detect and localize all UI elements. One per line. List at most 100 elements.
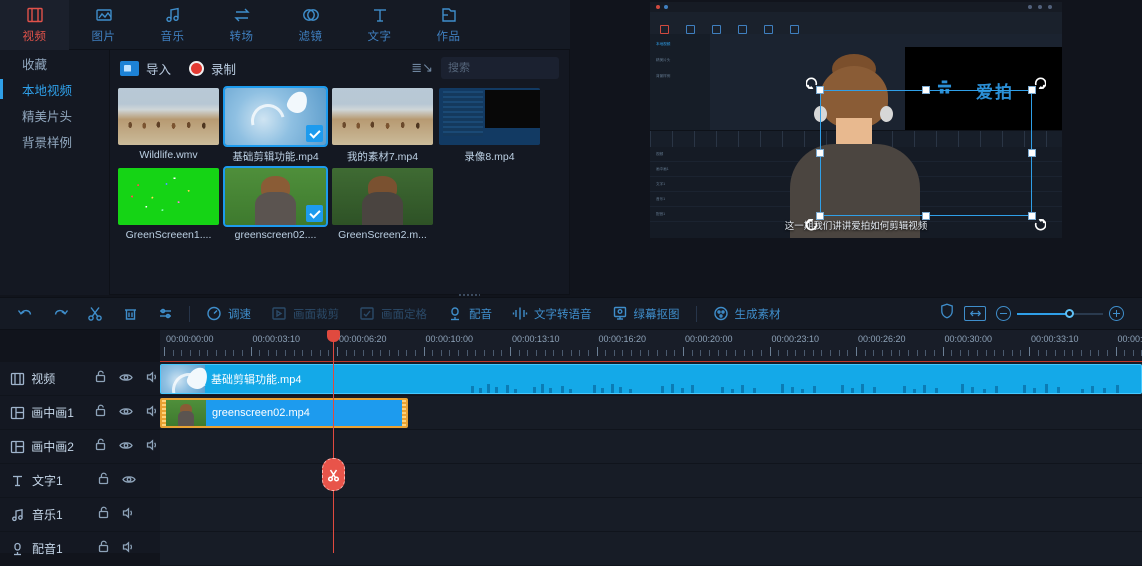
- timeline-ruler[interactable]: 00:00:00:0000:00:03:1000:00:06:2000:00:1…: [160, 330, 1142, 362]
- resize-handle-bc[interactable]: [922, 212, 930, 220]
- track-lane-music1[interactable]: [160, 498, 1142, 532]
- zoom-rail[interactable]: [1017, 313, 1103, 315]
- media-thumbnail[interactable]: [225, 168, 326, 225]
- rotate-handle-tl[interactable]: [806, 76, 818, 88]
- track-lane-text1[interactable]: [160, 464, 1142, 498]
- media-item[interactable]: 基础剪辑功能.mp4: [225, 88, 326, 164]
- sidebar-item-intro-templates[interactable]: 精美片头: [0, 102, 109, 128]
- lock-icon[interactable]: [98, 540, 109, 558]
- clip-handle-right[interactable]: [402, 400, 406, 426]
- media-thumbnail[interactable]: [332, 168, 433, 225]
- tab-music[interactable]: 音乐: [138, 0, 207, 50]
- tab-image[interactable]: 图片: [69, 0, 138, 50]
- zoom-in-icon[interactable]: [1109, 306, 1124, 321]
- rotate-handle-bl[interactable]: [806, 218, 818, 230]
- track-lane-pip2[interactable]: [160, 430, 1142, 464]
- lock-icon[interactable]: [98, 472, 109, 490]
- split-clip-button[interactable]: [322, 458, 345, 491]
- generate-asset-button[interactable]: 生成素材: [703, 297, 791, 330]
- timeline-clip[interactable]: greenscreen02.mp4: [160, 398, 408, 428]
- sidebar-item-local-video[interactable]: 本地视频: [0, 76, 109, 102]
- green-screen-button[interactable]: 绿幕抠图: [602, 297, 690, 330]
- track-header-music1[interactable]: 音乐1: [0, 498, 160, 532]
- undo-icon[interactable]: [8, 297, 43, 330]
- playhead-grip[interactable]: [327, 330, 340, 342]
- volume-icon[interactable]: [146, 404, 160, 422]
- media-item[interactable]: GreenScreen2.m...: [332, 168, 433, 241]
- resize-handle-ml[interactable]: [816, 149, 824, 157]
- zoom-out-icon[interactable]: [996, 306, 1011, 321]
- search-input[interactable]: [448, 62, 590, 74]
- media-item[interactable]: GreenScreeen1....: [118, 168, 219, 241]
- lock-icon[interactable]: [95, 370, 106, 388]
- volume-icon[interactable]: [122, 540, 136, 558]
- ruler-label: 00:00:33:10: [1031, 334, 1079, 344]
- sidebar-item-favorites[interactable]: 收藏: [0, 50, 109, 76]
- lock-icon[interactable]: [98, 506, 109, 524]
- track-header-dub1[interactable]: 配音1: [0, 532, 160, 566]
- adjust-sliders-icon[interactable]: [148, 297, 183, 330]
- media-item[interactable]: 录像8.mp4: [439, 88, 540, 164]
- resize-handle-tc[interactable]: [922, 86, 930, 94]
- redo-icon[interactable]: [43, 297, 78, 330]
- zoom-knob[interactable]: [1065, 309, 1074, 318]
- rotate-handle-tr[interactable]: [1034, 76, 1046, 88]
- media-thumbnail[interactable]: [332, 88, 433, 145]
- playhead[interactable]: [333, 330, 334, 553]
- tab-video[interactable]: 视频: [0, 0, 69, 50]
- tab-filter[interactable]: 滤镜: [276, 0, 345, 50]
- volume-icon[interactable]: [122, 506, 136, 524]
- speed-button[interactable]: 调速: [196, 297, 261, 330]
- track-header-pip1[interactable]: 画中画1: [0, 396, 160, 430]
- track-actions: [95, 438, 160, 456]
- eye-icon[interactable]: [119, 370, 133, 388]
- shield-icon[interactable]: [940, 303, 954, 324]
- text-to-speech-button[interactable]: 文字转语音: [502, 297, 602, 330]
- volume-icon[interactable]: [146, 438, 160, 456]
- resize-handle-mr[interactable]: [1028, 149, 1036, 157]
- track-header-video[interactable]: 视频: [0, 362, 160, 396]
- media-item[interactable]: Wildlife.wmv: [118, 88, 219, 164]
- media-item[interactable]: 我的素材7.mp4: [332, 88, 433, 164]
- media-thumbnail[interactable]: [118, 88, 219, 145]
- sort-icon[interactable]: ≣↘: [411, 60, 433, 76]
- track-lane-dub1[interactable]: [160, 532, 1142, 566]
- track-header-pip2[interactable]: 画中画2: [0, 430, 160, 464]
- media-thumbnail[interactable]: [439, 88, 540, 145]
- search-box[interactable]: [441, 57, 559, 79]
- tab-text[interactable]: 文字: [345, 0, 414, 50]
- freeze-frame-button[interactable]: 画面定格: [349, 297, 437, 330]
- media-item[interactable]: greenscreen02....: [225, 168, 326, 241]
- ruler-tick-minor: [1090, 350, 1091, 356]
- panel-resize-grip[interactable]: [458, 293, 480, 297]
- record-button[interactable]: 录制: [189, 59, 236, 78]
- lock-icon[interactable]: [95, 438, 106, 456]
- lock-icon[interactable]: [95, 404, 106, 422]
- sidebar-item-background-samples[interactable]: 背景样例: [0, 128, 109, 154]
- cut-scissors-icon[interactable]: [78, 297, 113, 330]
- eye-icon[interactable]: [122, 472, 136, 490]
- ruler-tick-minor: [294, 350, 295, 356]
- eye-icon[interactable]: [119, 404, 133, 422]
- volume-icon[interactable]: [146, 370, 160, 388]
- rotate-handle-br[interactable]: [1034, 218, 1046, 230]
- track-lane-pip1[interactable]: greenscreen02.mp4: [160, 396, 1142, 430]
- delete-trash-icon[interactable]: [113, 297, 148, 330]
- selection-box[interactable]: [820, 90, 1032, 216]
- crop-button[interactable]: 画面裁剪: [261, 297, 349, 330]
- tab-works[interactable]: 作品: [414, 0, 483, 50]
- track-header-text1[interactable]: 文字1: [0, 464, 160, 498]
- preview-stage[interactable]: 本地视频 精美片头 背景样例 爱拍 视频 画中画1 文字1 音乐1: [650, 2, 1062, 238]
- media-thumbnail[interactable]: [225, 88, 326, 145]
- media-thumbnail[interactable]: [118, 168, 219, 225]
- import-button[interactable]: 导入: [120, 59, 171, 78]
- track-lane-video[interactable]: 基础剪辑功能.mp4: [160, 362, 1142, 396]
- tab-transition[interactable]: 转场: [207, 0, 276, 50]
- fit-timeline-icon[interactable]: [964, 306, 986, 321]
- ruler-tick-minor: [795, 350, 796, 356]
- dub-button[interactable]: 配音: [437, 297, 502, 330]
- timeline-tracks[interactable]: 基础剪辑功能.mp4 greenscreen02.mp4: [160, 362, 1142, 553]
- timeline-clip[interactable]: 基础剪辑功能.mp4: [160, 364, 1142, 394]
- eye-icon[interactable]: [119, 438, 133, 456]
- crop-frame-icon: [271, 306, 287, 321]
